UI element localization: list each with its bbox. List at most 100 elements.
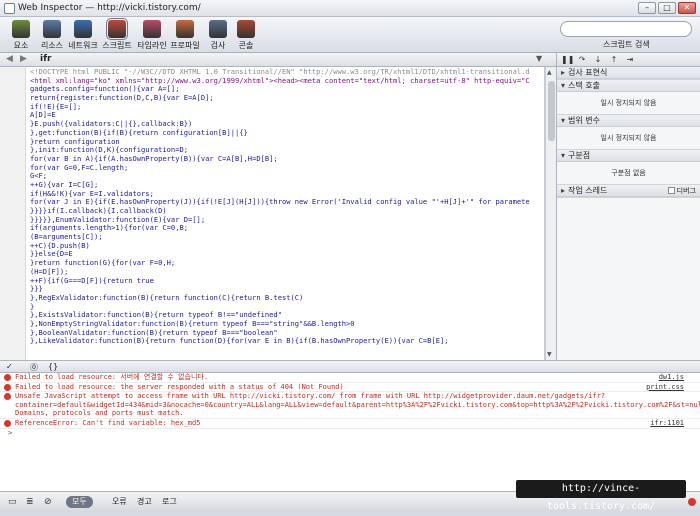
error-count-icon[interactable] bbox=[688, 498, 696, 506]
sidebar-section-header[interactable]: ▸ 검사 표현식 bbox=[557, 67, 700, 79]
console-message: Failed to load resource: the server resp… bbox=[0, 383, 700, 393]
sidebar-section-header[interactable]: ▸ 작업 스레드 디버그 bbox=[557, 185, 700, 197]
editor-scrollbar[interactable]: ▲ ▼ bbox=[545, 67, 556, 360]
sidebar-section-header[interactable]: ▾ 구분점 bbox=[557, 150, 700, 162]
pause-icon[interactable]: ❚❚ bbox=[561, 55, 574, 64]
sidebar-section-title: 범위 변수 bbox=[568, 116, 600, 125]
network-icon bbox=[74, 20, 92, 38]
filter-warnings[interactable]: 경고 bbox=[131, 496, 158, 508]
chevron-down-icon[interactable]: ▼ bbox=[536, 54, 542, 63]
sidebar-section-body: 구분점 없음 bbox=[611, 169, 646, 177]
code-line: A[D]=E bbox=[30, 111, 56, 120]
code-line: }}} bbox=[30, 285, 43, 294]
console-toggle-icon[interactable]: ≣ bbox=[26, 497, 34, 507]
disclosure-open-icon[interactable]: ▾ bbox=[561, 150, 568, 162]
filter-all[interactable]: 모두 bbox=[66, 496, 93, 508]
filter-errors[interactable]: 오류 bbox=[106, 496, 133, 508]
debug-checkbox[interactable]: 디버그 bbox=[667, 185, 696, 197]
disclosure-closed-icon[interactable]: ▸ bbox=[561, 67, 568, 79]
console-message-text: Unsafe JavaScript attempt to access fram… bbox=[15, 392, 700, 418]
back-icon[interactable]: ◀ bbox=[6, 54, 13, 64]
debug-checkbox-label: 디버그 bbox=[676, 187, 696, 195]
code-line: },ExistsValidator:function(B){return typ… bbox=[30, 311, 282, 320]
sidebar-section: ▾ 구분점구분점 없음 bbox=[557, 150, 700, 185]
sidebar-section: ▾ 스택 호출일시 정지되지 않음 bbox=[557, 80, 700, 115]
code-line: }}else{D=E bbox=[30, 250, 73, 259]
source-editor[interactable]: <!DOCTYPE html PUBLIC "-//W3C//DTD XHTML… bbox=[0, 67, 545, 360]
sidebar-section-title: 스택 호출 bbox=[568, 81, 600, 90]
console-source-link[interactable]: dw1.js bbox=[659, 373, 684, 382]
console-message-text: Failed to load resource: 서버에 연결할 수 없습니다. bbox=[15, 373, 209, 381]
scroll-up-icon[interactable]: ▲ bbox=[547, 69, 552, 76]
tab-label: 검사 bbox=[210, 41, 226, 50]
tab-label: 콘솔 bbox=[238, 41, 254, 50]
app-icon bbox=[4, 3, 15, 14]
search-label: 스크립트 검색 bbox=[603, 40, 650, 49]
audits-icon bbox=[209, 20, 227, 38]
scroll-thumb[interactable] bbox=[548, 81, 555, 141]
console-error-icon[interactable]: ⓪ bbox=[30, 362, 38, 373]
step-over-icon[interactable]: ↷ bbox=[577, 55, 587, 64]
console-message: ReferenceError: Can't find variable: hex… bbox=[0, 419, 700, 429]
sidebar-section-header[interactable]: ▾ 스택 호출 bbox=[557, 80, 700, 92]
code-line: }return function(G){for(var F=0,H; bbox=[30, 259, 176, 268]
code-line: },LikeValidator:function(B){return funct… bbox=[30, 337, 449, 346]
tab-resources[interactable]: 리소스 bbox=[37, 20, 67, 51]
sidebar-section: ▸ 검사 표현식 bbox=[557, 67, 700, 80]
search-input[interactable] bbox=[560, 21, 692, 37]
tab-scripts[interactable]: 스크립트 bbox=[102, 18, 132, 51]
sidebar-section: ▾ 범위 변수일시 정지되지 않음 bbox=[557, 115, 700, 150]
tab-label: 요소 bbox=[13, 41, 29, 50]
console-source-link[interactable]: print.css bbox=[646, 383, 684, 392]
console-prompt[interactable]: > bbox=[0, 429, 700, 438]
scroll-down-icon[interactable]: ▼ bbox=[547, 351, 552, 358]
minimize-icon[interactable]: – bbox=[638, 2, 656, 14]
tab-network[interactable]: 네트워크 bbox=[68, 20, 98, 51]
tab-timeline[interactable]: 타임라인 bbox=[137, 20, 167, 51]
console-source-link[interactable]: ifr:1101 bbox=[650, 419, 684, 428]
sidebar-section-body: 일시 정지되지 않음 bbox=[600, 134, 657, 142]
dock-icon[interactable]: ▭ bbox=[8, 497, 17, 507]
web-inspector-window: Web Inspector — http://vicki.tistory.com… bbox=[0, 0, 700, 512]
code-line: },NonEmptyStringValidator:function(B){re… bbox=[30, 319, 355, 328]
tab-label: 프로파일 bbox=[170, 41, 200, 50]
console-brace-icon[interactable]: {} bbox=[48, 362, 58, 371]
debugger-controls: ❚❚ ↷ ↓ ↑ ⇥ bbox=[557, 53, 700, 67]
console-output[interactable]: Failed to load resource: 서버에 연결할 수 없습니다.… bbox=[0, 373, 700, 491]
breakpoints-toggle-icon[interactable]: ⇥ bbox=[625, 55, 635, 64]
disclosure-closed-icon[interactable]: ▸ bbox=[561, 185, 568, 197]
step-into-icon[interactable]: ↓ bbox=[593, 55, 603, 64]
code-line: (B=arguments[C]); bbox=[30, 233, 103, 242]
tab-elements[interactable]: 요소 bbox=[6, 20, 36, 51]
console-message: Unsafe JavaScript attempt to access fram… bbox=[0, 392, 700, 419]
tab-audits[interactable]: 검사 bbox=[203, 20, 233, 51]
checkbox-box[interactable] bbox=[667, 187, 675, 194]
sidebar-section-body: 일시 정지되지 않음 bbox=[600, 99, 657, 107]
error-icon bbox=[4, 419, 11, 427]
script-file-select[interactable]: ifr bbox=[40, 54, 51, 64]
clear-console-icon[interactable]: ✓ bbox=[6, 362, 13, 371]
code-line: (H=D[F]); bbox=[30, 267, 69, 276]
forward-icon[interactable]: ▶ bbox=[20, 54, 27, 64]
title-bar: Web Inspector — http://vicki.tistory.com… bbox=[0, 0, 700, 17]
line-gutter[interactable] bbox=[0, 67, 26, 360]
tab-console[interactable]: 콘솔 bbox=[231, 20, 261, 51]
tab-label: 스크립트 bbox=[102, 41, 132, 50]
close-icon[interactable]: ✕ bbox=[678, 2, 696, 14]
code-line: } bbox=[30, 302, 35, 311]
resources-icon bbox=[43, 20, 61, 38]
code-line: ++F){if(G===D[F]){return true bbox=[30, 276, 154, 285]
sidebar-section: ▸ 작업 스레드 디버그 bbox=[557, 185, 700, 198]
filter-logs[interactable]: 로그 bbox=[156, 496, 183, 508]
window-controls: – □ ✕ bbox=[638, 2, 696, 14]
disclosure-open-icon[interactable]: ▾ bbox=[561, 80, 568, 92]
tab-profiles[interactable]: 프로파일 bbox=[170, 20, 200, 51]
tab-label: 네트워크 bbox=[68, 41, 98, 50]
clear-icon[interactable]: ⊘ bbox=[44, 497, 52, 507]
sidebar-section-header[interactable]: ▾ 범위 변수 bbox=[557, 115, 700, 127]
step-out-icon[interactable]: ↑ bbox=[609, 55, 619, 64]
elements-icon bbox=[12, 20, 30, 38]
error-icon bbox=[4, 374, 11, 381]
disclosure-open-icon[interactable]: ▾ bbox=[561, 115, 568, 127]
maximize-icon[interactable]: □ bbox=[658, 2, 676, 14]
